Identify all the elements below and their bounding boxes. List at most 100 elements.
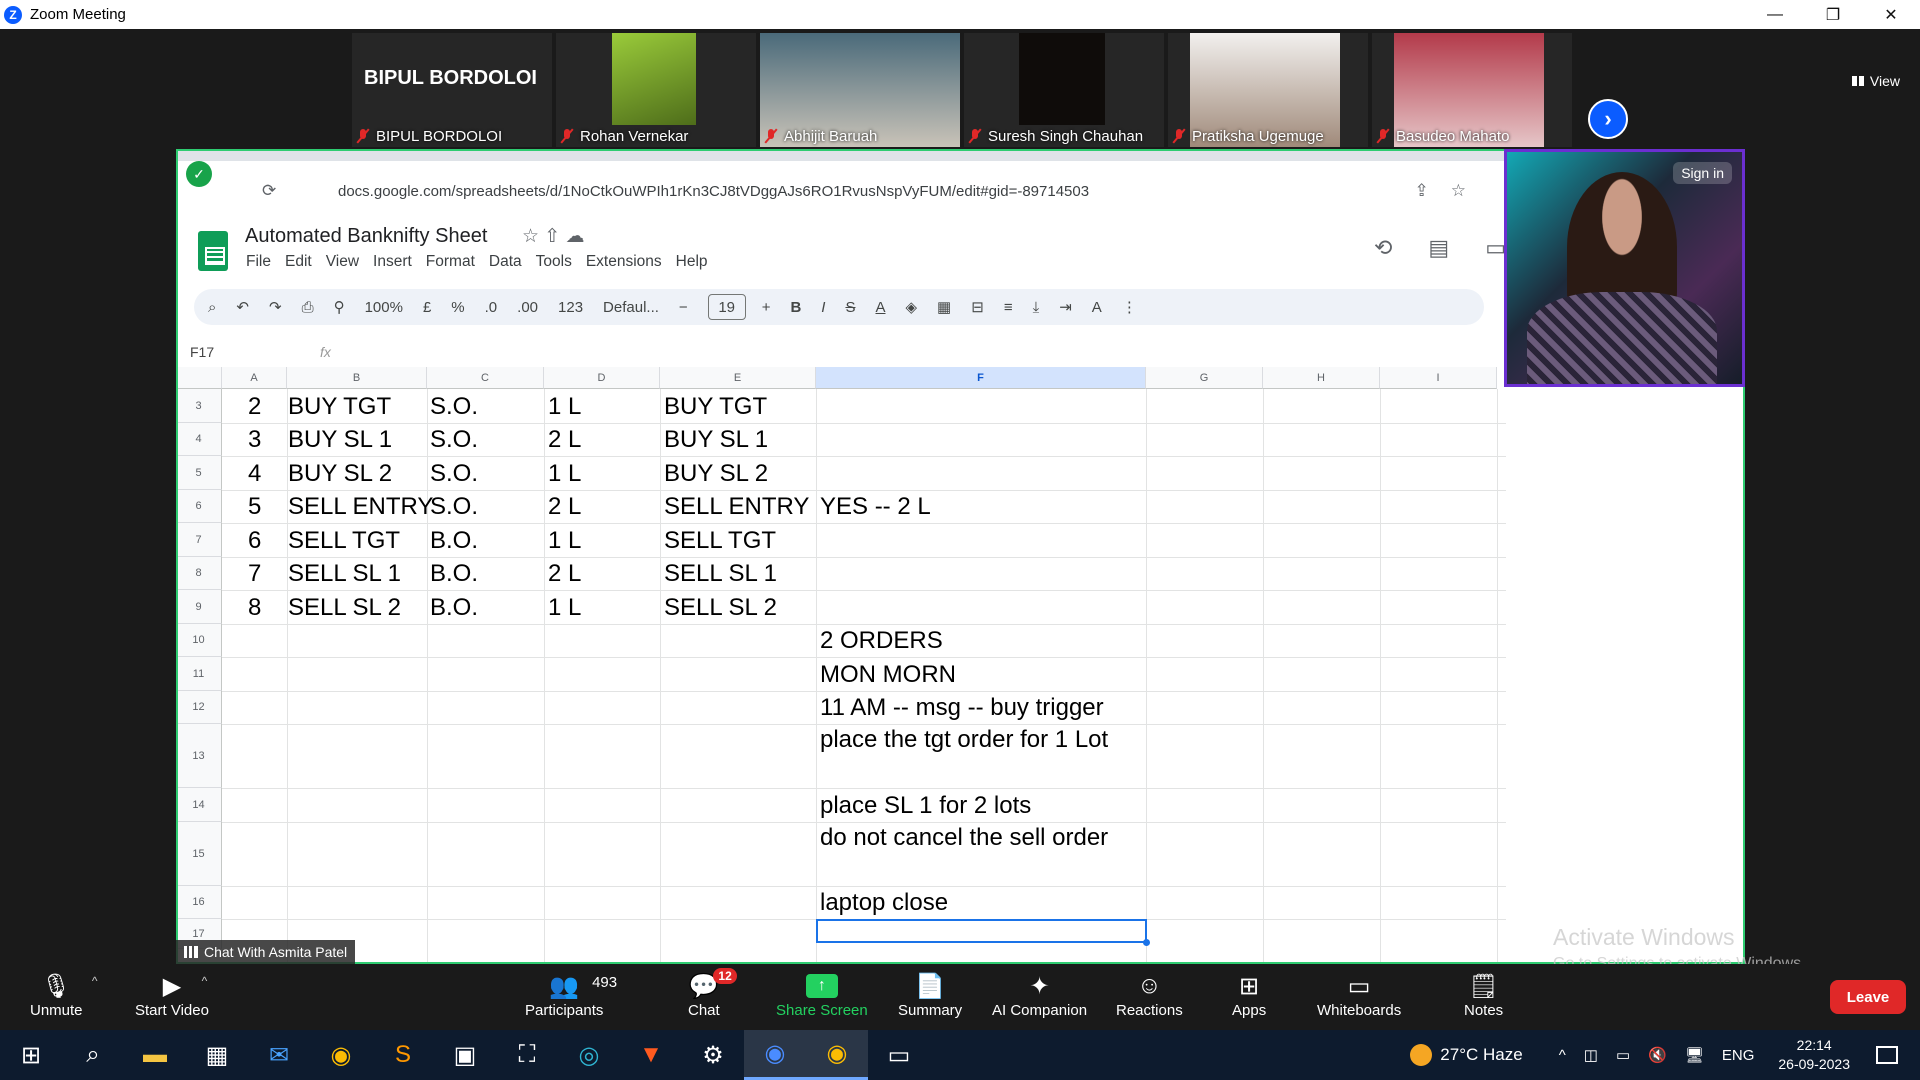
row-header[interactable]: 9 — [176, 590, 222, 624]
column-header-e[interactable]: E — [660, 367, 816, 389]
font-size-increase-icon[interactable]: + — [762, 299, 771, 316]
chevron-up-icon[interactable]: ^ — [92, 974, 98, 988]
cell-a8[interactable]: 7 — [248, 557, 261, 590]
column-header-c[interactable]: C — [427, 367, 544, 389]
chevron-up-icon[interactable]: ^ — [1559, 1047, 1566, 1064]
participant-tile[interactable]: BIPUL BORDOLOI BIPUL BORDOLOI — [352, 33, 552, 147]
align-icon[interactable]: ≡ — [1004, 299, 1013, 316]
participant-tile[interactable]: Rohan Vernekar — [556, 33, 756, 147]
decrease-decimal-button[interactable]: .0 — [485, 299, 498, 316]
sublime-button[interactable]: S — [372, 1030, 434, 1080]
start-button[interactable]: ⊞ — [0, 1030, 62, 1080]
zoom-taskbar-button[interactable]: ◉ — [744, 1030, 806, 1080]
cell-e6[interactable]: SELL ENTRY — [664, 490, 809, 523]
search-button[interactable]: ⌕ — [62, 1030, 124, 1080]
participants-button[interactable]: 👥 493 Participants — [525, 970, 617, 1020]
leave-button[interactable]: Leave — [1830, 980, 1906, 1014]
cell-c8[interactable]: B.O. — [430, 557, 478, 590]
sign-in-label[interactable]: Sign in — [1673, 162, 1732, 184]
apps-button[interactable]: ⊞ Apps — [1232, 970, 1266, 1020]
cell-f13[interactable]: place the tgt order for 1 Lot — [820, 724, 1142, 756]
brave-button[interactable]: ▼ — [620, 1030, 682, 1080]
row-header[interactable]: 13 — [176, 724, 222, 788]
mail-button[interactable]: ✉ — [248, 1030, 310, 1080]
maps-icon[interactable]: ♦ — [1731, 519, 1745, 540]
paint-format-icon[interactable]: ⚲ — [334, 298, 345, 316]
cell-e8[interactable]: SELL SL 1 — [664, 557, 777, 590]
cell-b3[interactable]: BUY TGT — [288, 390, 391, 423]
cell-b7[interactable]: SELL TGT — [288, 524, 400, 557]
cell-f12[interactable]: 11 AM -- msg -- buy trigger — [820, 691, 1104, 724]
row-header[interactable]: 11 — [176, 657, 222, 691]
cell-a9[interactable]: 8 — [248, 591, 261, 624]
menu-help[interactable]: Help — [676, 253, 708, 271]
merge-cells-icon[interactable]: ⊟ — [971, 298, 984, 316]
chrome-button[interactable]: ◉ — [310, 1030, 372, 1080]
cell-d6[interactable]: 2 L — [548, 490, 581, 523]
cell-a4[interactable]: 3 — [248, 423, 261, 456]
fill-color-icon[interactable]: ◈ — [906, 298, 918, 316]
cell-e5[interactable]: BUY SL 2 — [664, 457, 768, 490]
bookmark-star-icon[interactable]: ☆ — [1451, 181, 1466, 201]
file-explorer-button[interactable]: ▬ — [124, 1030, 186, 1080]
row-header[interactable]: 14 — [176, 788, 222, 822]
battery-icon[interactable]: ▭ — [1616, 1046, 1630, 1064]
participant-tile[interactable]: Suresh Singh Chauhan — [964, 33, 1164, 147]
currency-button[interactable]: £ — [423, 299, 431, 316]
cell-d9[interactable]: 1 L — [548, 591, 581, 624]
participant-tile[interactable]: Pratiksha Ugemuge — [1168, 33, 1368, 147]
undo-icon[interactable]: ↶ — [236, 298, 249, 316]
column-header-f[interactable]: F — [816, 367, 1146, 389]
summary-button[interactable]: 📄 Summary — [898, 970, 962, 1020]
menu-insert[interactable]: Insert — [373, 253, 412, 271]
cell-a3[interactable]: 2 — [248, 390, 261, 423]
cell-e7[interactable]: SELL TGT — [664, 524, 776, 557]
column-header-h[interactable]: H — [1263, 367, 1380, 389]
cell-c7[interactable]: B.O. — [430, 524, 478, 557]
print-icon[interactable]: ⎙ — [302, 299, 314, 316]
sheet-grid[interactable]: A B C D E F G H I 3 4 5 6 7 8 9 10 11 12… — [176, 367, 1506, 964]
menu-edit[interactable]: Edit — [285, 253, 312, 271]
increase-decimal-button[interactable]: .00 — [517, 299, 538, 316]
menu-view[interactable]: View — [326, 253, 359, 271]
start-video-button[interactable]: ▶ ^ Start Video — [135, 970, 209, 1020]
vertical-align-icon[interactable]: ⤓ — [1033, 299, 1040, 316]
cell-b9[interactable]: SELL SL 2 — [288, 591, 401, 624]
edge-button[interactable]: ◎ — [558, 1030, 620, 1080]
view-button[interactable]: View — [1851, 73, 1900, 89]
app-button[interactable]: ▣ — [434, 1030, 496, 1080]
cell-b5[interactable]: BUY SL 2 — [288, 457, 392, 490]
cell-c6[interactable]: S.O. — [430, 490, 478, 523]
cell-a5[interactable]: 4 — [248, 457, 261, 490]
presenter-video[interactable]: Sign in — [1504, 149, 1745, 387]
redo-icon[interactable]: ↷ — [269, 298, 282, 316]
cell-f16[interactable]: laptop close — [820, 886, 948, 919]
column-header-g[interactable]: G — [1146, 367, 1263, 389]
reload-icon[interactable]: ⟳ — [262, 181, 276, 201]
name-box[interactable]: F17 — [190, 344, 290, 360]
next-page-button[interactable]: › — [1588, 99, 1628, 139]
reactions-button[interactable]: ☺ Reactions — [1116, 970, 1183, 1019]
column-header-d[interactable]: D — [544, 367, 660, 389]
chat-with-indicator[interactable]: Chat With Asmita Patel — [176, 940, 356, 964]
notes-button[interactable]: 🗒 Notes — [1464, 970, 1503, 1020]
cell-b6[interactable]: SELL ENTRY — [288, 490, 433, 523]
chrome-taskbar-button[interactable]: ◉ — [806, 1030, 868, 1080]
more-icon[interactable]: ⋮ — [1122, 298, 1137, 316]
bold-icon[interactable]: B — [790, 299, 801, 316]
column-header-a[interactable]: A — [222, 367, 287, 389]
cell-f11[interactable]: MON MORN — [820, 658, 956, 691]
percent-button[interactable]: % — [451, 299, 464, 316]
zoom-select[interactable]: 100% — [365, 299, 403, 316]
cell-a6[interactable]: 5 — [248, 490, 261, 523]
cell-d7[interactable]: 1 L — [548, 524, 581, 557]
cell-a7[interactable]: 6 — [248, 524, 261, 557]
italic-icon[interactable]: I — [821, 299, 825, 316]
menu-tools[interactable]: Tools — [536, 253, 572, 271]
cell-c9[interactable]: B.O. — [430, 591, 478, 624]
row-header[interactable]: 10 — [176, 624, 222, 657]
terminal-button[interactable]: ▭ — [868, 1030, 930, 1080]
borders-icon[interactable]: ▦ — [937, 298, 951, 316]
cell-c4[interactable]: S.O. — [430, 423, 478, 456]
cell-d8[interactable]: 2 L — [548, 557, 581, 590]
